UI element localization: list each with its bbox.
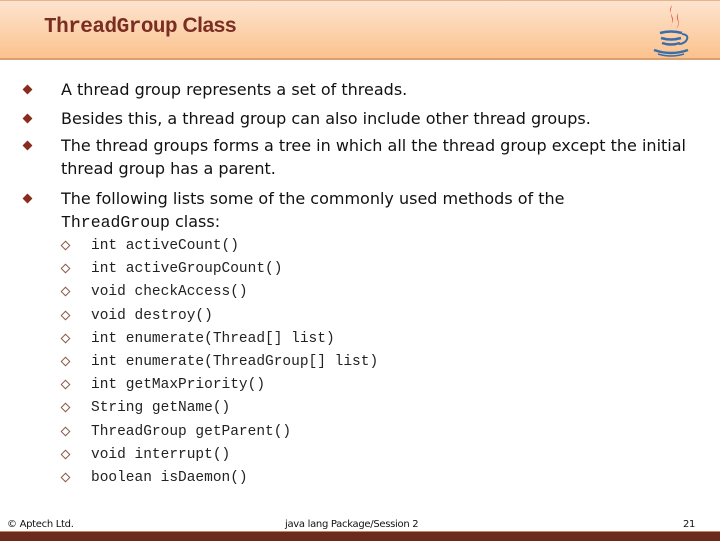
bullet-diamond-icon: [22, 140, 33, 151]
sub-bullet-diamond-icon: [60, 263, 71, 274]
bullet-diamond-icon: [22, 113, 33, 124]
bullet-code: ThreadGroup: [61, 213, 170, 232]
sub-bullet-diamond-icon: [60, 240, 71, 251]
method-signature: int getMaxPriority(): [91, 377, 266, 394]
bullet-text: Besides this, a thread group can also in…: [61, 109, 591, 128]
sub-bullet-diamond-icon: [60, 449, 71, 460]
sub-bullet-diamond-icon: [60, 402, 71, 413]
method-signature: int enumerate(Thread[] list): [91, 330, 335, 347]
sub-bullet-diamond-icon: [60, 286, 71, 297]
java-coffee-cup-icon: [653, 5, 689, 57]
method-signature: int activeCount(): [91, 238, 239, 254]
method-signature: void destroy(): [91, 307, 213, 324]
slide-title: ThreadGroup Class: [44, 14, 236, 39]
bullet-text: The following lists some of the commonly…: [61, 187, 701, 234]
bullet-diamond-icon: [22, 193, 33, 204]
method-signature: void interrupt(): [91, 446, 231, 463]
bullet-text: A thread group represents a set of threa…: [61, 80, 408, 99]
sub-bullet-diamond-icon: [60, 379, 71, 390]
footer-session: java lang Package/Session 2: [285, 519, 419, 530]
sub-bullet-diamond-icon: [60, 356, 71, 367]
slide-header: ThreadGroup Class: [0, 0, 720, 60]
slide-title-text: Class: [177, 14, 236, 37]
bullet-text-part: The following lists some of the commonly…: [61, 189, 565, 208]
slide-title-code: ThreadGroup: [44, 16, 178, 39]
bullet-text-part: class:: [169, 212, 221, 231]
bullet-diamond-icon: [22, 84, 33, 95]
sub-bullet-diamond-icon: [60, 472, 71, 483]
method-signature: void checkAccess(): [91, 284, 248, 301]
bullet-text: The thread groups forms a tree in which …: [61, 136, 686, 178]
method-signature: int activeGroupCount(): [91, 261, 283, 278]
footer-page-number: 21: [683, 519, 696, 530]
method-signature: ThreadGroup getParent(): [91, 423, 292, 440]
method-signature: String getName(): [91, 400, 231, 417]
sub-bullet-diamond-icon: [60, 426, 71, 437]
sub-bullet-diamond-icon: [60, 333, 71, 344]
sub-bullet-diamond-icon: [60, 310, 71, 321]
method-signature: boolean isDaemon(): [91, 470, 248, 486]
footer-copyright: © Aptech Ltd.: [7, 519, 74, 530]
method-signature: int enumerate(ThreadGroup[] list): [91, 354, 379, 370]
